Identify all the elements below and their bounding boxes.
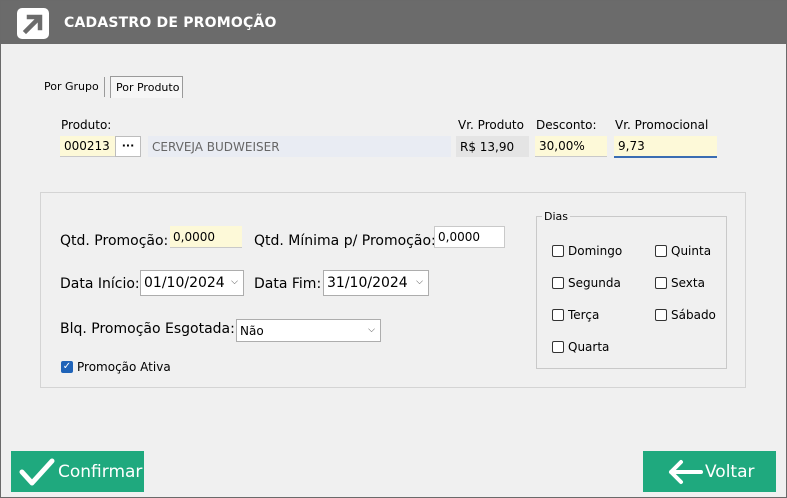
voltar-button[interactable]: Voltar	[643, 451, 776, 492]
produto-label: Produto:	[61, 118, 112, 132]
app-logo-icon	[17, 8, 49, 39]
dia-sabado-checkbox[interactable]	[655, 309, 667, 321]
vr-produto-field: R$ 13,90	[456, 136, 529, 157]
produto-description-field: CERVEJA BUDWEISER	[148, 136, 451, 157]
dia-quinta-checkbox[interactable]	[655, 245, 667, 257]
qtd-promocao-label: Qtd. Promoção:	[60, 233, 169, 249]
data-inicio-value: 01/10/2024	[144, 275, 225, 291]
vr-produto-label: Vr. Produto	[458, 118, 524, 132]
desconto-field[interactable]: 30,00%	[535, 136, 607, 157]
dia-quinta-label: Quinta	[671, 244, 712, 258]
dia-sexta-checkbox[interactable]	[655, 277, 667, 289]
promocao-ativa-label: Promoção Ativa	[77, 360, 171, 374]
tab-por-grupo[interactable]: Por Grupo	[44, 80, 99, 93]
produto-lookup-button[interactable]: ···	[115, 136, 141, 157]
qtd-minima-label: Qtd. Mínima p/ Promoção:	[254, 233, 436, 249]
blq-promocao-value: Não	[240, 323, 264, 338]
dia-terca-label: Terça	[568, 308, 600, 322]
confirmar-label: Confirmar	[58, 461, 143, 482]
chevron-down-icon[interactable]: ⌵	[368, 325, 375, 335]
window-title: CADASTRO DE PROMOÇÃO	[64, 15, 277, 31]
dias-group	[536, 216, 727, 369]
dia-sabado-label: Sábado	[671, 308, 716, 322]
dia-quarta-checkbox[interactable]	[552, 341, 564, 353]
arrow-left-icon	[667, 459, 703, 485]
dia-terca-checkbox[interactable]	[552, 309, 564, 321]
blq-promocao-select[interactable]: Não ⌵	[236, 319, 381, 342]
chevron-down-icon[interactable]: ⌵	[231, 277, 238, 287]
check-icon	[19, 457, 55, 487]
qtd-promocao-input[interactable]: 0,0000	[170, 226, 242, 248]
title-bar: CADASTRO DE PROMOÇÃO	[1, 1, 786, 44]
produto-code-field[interactable]: 000213	[60, 136, 115, 157]
tab-por-produto[interactable]: Por Produto	[116, 81, 179, 94]
qtd-minima-input[interactable]: 0,0000	[434, 226, 505, 248]
data-inicio-picker[interactable]: 01/10/2024 ⌵	[140, 270, 244, 296]
data-fim-picker[interactable]: 31/10/2024 ⌵	[323, 270, 429, 296]
blq-promocao-label: Blq. Promoção Esgotada:	[60, 321, 235, 337]
dia-quarta-label: Quarta	[568, 340, 610, 354]
data-fim-label: Data Fim:	[254, 276, 322, 292]
dia-domingo-label: Domingo	[568, 244, 623, 258]
tab-divider	[104, 77, 105, 97]
dias-title: Dias	[542, 210, 570, 223]
desconto-label: Desconto:	[536, 118, 597, 132]
vr-promocional-field[interactable]: 9,73	[614, 136, 717, 158]
chevron-down-icon[interactable]: ⌵	[416, 277, 423, 287]
confirmar-button[interactable]: Confirmar	[11, 451, 144, 492]
dia-segunda-checkbox[interactable]	[552, 277, 564, 289]
dia-domingo-checkbox[interactable]	[552, 245, 564, 257]
data-inicio-label: Data Início:	[60, 276, 140, 292]
voltar-label: Voltar	[705, 461, 755, 482]
data-fim-value: 31/10/2024	[327, 275, 408, 291]
promotion-window: CADASTRO DE PROMOÇÃO Por Grupo Por Produ…	[0, 0, 787, 498]
dia-segunda-label: Segunda	[568, 276, 621, 290]
dia-sexta-label: Sexta	[671, 276, 705, 290]
promocao-ativa-checkbox[interactable]: ✓	[61, 361, 73, 373]
vr-promocional-label: Vr. Promocional	[615, 118, 709, 132]
